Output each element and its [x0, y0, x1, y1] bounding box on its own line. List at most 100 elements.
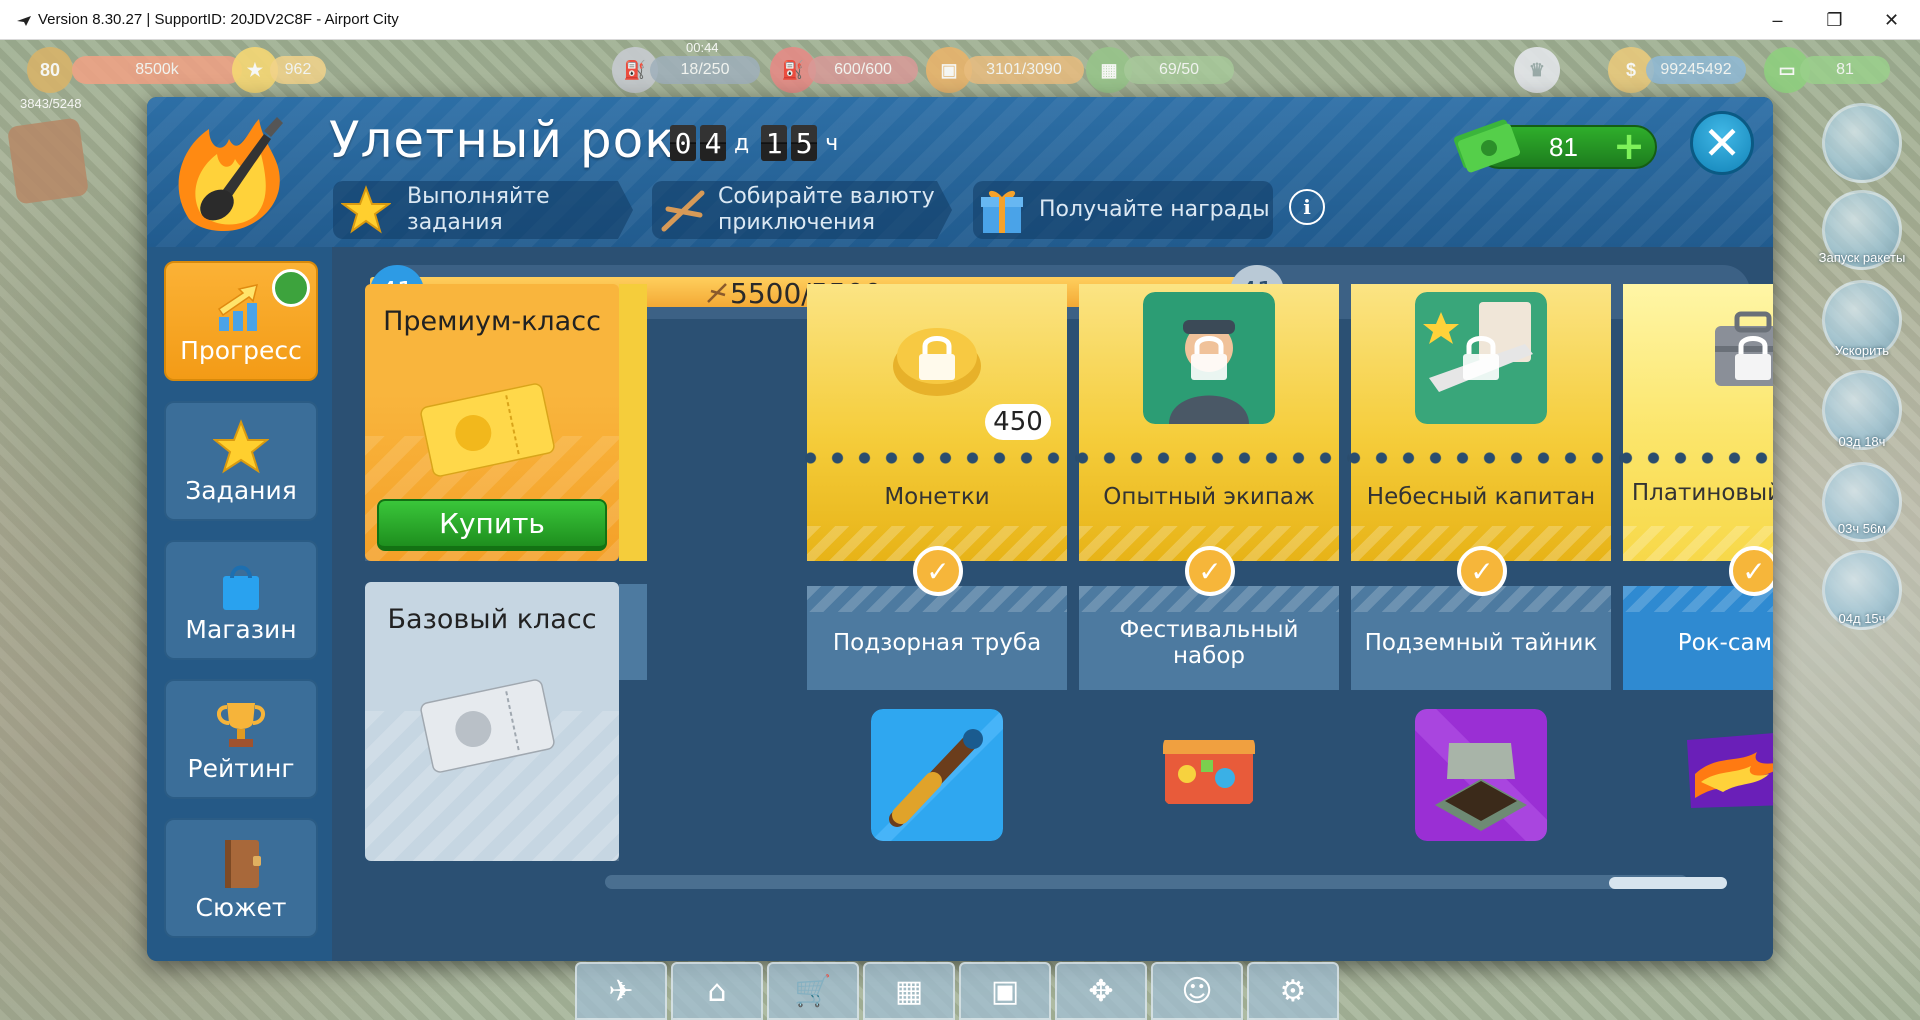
sidebar-item-shop[interactable]: Магазин: [164, 540, 318, 660]
reward-label: Рок-самолет: [1677, 630, 1773, 656]
level-badge[interactable]: 80: [27, 47, 73, 93]
gift-badge-icon: [272, 269, 310, 307]
control-tower-button[interactable]: [1822, 103, 1902, 183]
timer-digit: 4: [700, 125, 726, 161]
castle-timer: 04д 15ч: [1838, 611, 1886, 626]
basic-reward-rock-plane[interactable]: Рок-самолет: [1623, 586, 1773, 690]
window-close-button[interactable]: ✕: [1863, 0, 1920, 40]
premium-reward-captain[interactable]: Небесный капитан: [1341, 284, 1621, 561]
buy-premium-button[interactable]: Купить: [377, 499, 607, 551]
gas-count: 600/600: [808, 56, 918, 84]
sidebar-item-story[interactable]: Сюжет: [164, 818, 318, 938]
reward-label: Подзорная труба: [832, 630, 1042, 656]
info-button[interactable]: i: [1289, 189, 1325, 225]
sidebar-item-progress[interactable]: Прогресс: [164, 261, 318, 381]
chest-icon[interactable]: ▣: [959, 962, 1051, 1020]
stash-icon[interactable]: [1415, 709, 1547, 841]
gift-icon: [981, 190, 1023, 233]
sidebar-item-rating[interactable]: Рейтинг: [164, 679, 318, 799]
premium-reward-coins[interactable]: 450 Монетки: [797, 284, 1077, 561]
checkmark-icon: ✓: [1457, 546, 1507, 596]
currency-value: 81: [1549, 131, 1578, 162]
minimize-button[interactable]: –: [1749, 0, 1806, 40]
speed-up-label: Ускорить: [1834, 343, 1890, 358]
globe-plane-icon[interactable]: ✈: [575, 962, 667, 1020]
reward-label: Небесный капитан: [1366, 484, 1596, 510]
gauge-timer: 03д 18ч: [1838, 434, 1886, 449]
notebook-icon[interactable]: [6, 117, 90, 205]
festival-box-icon[interactable]: [1163, 734, 1255, 806]
premium-reward-crew[interactable]: Опытный экипаж: [1069, 284, 1349, 561]
people-icon[interactable]: ☺: [1151, 962, 1243, 1020]
horizontal-scrollbar[interactable]: [605, 875, 1688, 889]
progress-arrow-icon: [217, 284, 259, 331]
tab-collect-currency[interactable]: Собирайте валюту приключения: [652, 181, 952, 239]
premium-strip-edge: [619, 284, 647, 561]
progress-content: 41 41 5500/5500 Премиум-класс Купить Баз…: [332, 247, 1773, 961]
reward-amount: 450: [985, 404, 1051, 440]
cart-icon[interactable]: 🛒: [767, 962, 859, 1020]
bag-count: 69/50: [1124, 56, 1234, 84]
dotted-separator: [1069, 452, 1349, 464]
fuel-count: 18/250: [650, 56, 760, 84]
premium-pass-title: Премиум-класс: [383, 306, 601, 337]
timer-digit: 0: [670, 125, 696, 161]
sidebar-item-label: Сюжет: [195, 893, 287, 922]
hours-unit: ч: [825, 130, 839, 156]
population-count: 3843/5248: [20, 96, 82, 111]
cargo-count: 3101/3090: [964, 56, 1084, 84]
restore-button[interactable]: ❐: [1806, 0, 1863, 40]
basic-pass-title: Базовый класс: [387, 604, 597, 635]
close-button[interactable]: ✕: [1690, 111, 1754, 175]
basic-reward-spyglass[interactable]: Подзорная труба: [807, 586, 1067, 690]
dotted-separator: [1613, 452, 1773, 464]
bottom-toolbar: ✈ ⌂ 🛒 ▦ ▣ ✥ ☺ ⚙: [575, 962, 1345, 1020]
checkmark-icon: ✓: [1185, 546, 1235, 596]
tab-complete-tasks[interactable]: Выполняйте задания: [333, 181, 633, 239]
premium-reward-platinum-chest[interactable]: Платиновый сундук: [1613, 284, 1773, 561]
xp-bar: 8500k: [72, 56, 242, 84]
lock-icon: [1191, 336, 1227, 380]
basic-reward-underground-stash[interactable]: Подземный тайник: [1351, 586, 1611, 690]
crown-icon[interactable]: ♛: [1514, 47, 1560, 93]
premium-pass-card: Премиум-класс Купить: [365, 284, 619, 561]
lock-icon: [1463, 336, 1499, 380]
reward-label: Монетки: [884, 484, 990, 510]
dotted-separator: [1341, 452, 1621, 464]
flame-decal-icon[interactable]: [1687, 724, 1773, 814]
spyglass-icon[interactable]: [871, 709, 1003, 841]
trophy-icon: [217, 703, 265, 747]
reward-label: Фестивальный набор: [1119, 617, 1299, 669]
sidebar-item-tasks[interactable]: Задания: [164, 401, 318, 521]
hud-top-bar: 80 8500k ★ 962 00:44 ⛽ 18/250 ⛽ 600/600 …: [0, 40, 1920, 111]
tab-label: Собирайте валюту приключения: [718, 184, 935, 235]
lock-icon: [1735, 336, 1771, 380]
basic-strip-edge: [619, 584, 647, 680]
settings-gear-icon[interactable]: ⚙: [1247, 962, 1339, 1020]
bucks-count: 81: [1800, 56, 1890, 84]
sidebar-item-label: Прогресс: [180, 336, 302, 365]
tab-label: Выполняйте задания: [407, 184, 550, 235]
hangar-icon[interactable]: ⌂: [671, 962, 763, 1020]
star-icon: [213, 419, 269, 474]
window-title: Version 8.30.27 | SupportID: 20JDV2C8F -…: [38, 11, 399, 28]
scrollbar-thumb[interactable]: [1609, 877, 1727, 889]
drumsticks-icon: [707, 283, 727, 303]
reward-label: Подземный тайник: [1364, 630, 1598, 656]
reward-label: Платиновый сундук: [1631, 480, 1773, 506]
tree-timer: 03ч 56м: [1837, 521, 1887, 536]
tab-get-rewards[interactable]: Получайте награды: [973, 181, 1273, 239]
move-arrows-icon[interactable]: ✥: [1055, 962, 1147, 1020]
window-titlebar: Version 8.30.27 | SupportID: 20JDV2C8F -…: [0, 0, 1920, 40]
star-icon: [341, 185, 391, 234]
checkmark-icon: ✓: [1729, 546, 1773, 596]
reward-label: Опытный экипаж: [1103, 484, 1315, 510]
gold-ticket-icon: [418, 381, 557, 479]
crate-icon[interactable]: ▦: [863, 962, 955, 1020]
window-controls: – ❐ ✕: [1749, 0, 1920, 40]
drumsticks-icon: [661, 190, 705, 232]
add-currency-button[interactable]: +: [1613, 127, 1645, 165]
stars-count: 962: [270, 56, 326, 84]
coins-count: 99245492: [1646, 56, 1746, 84]
basic-reward-festival-set[interactable]: Фестивальный набор: [1079, 586, 1339, 690]
